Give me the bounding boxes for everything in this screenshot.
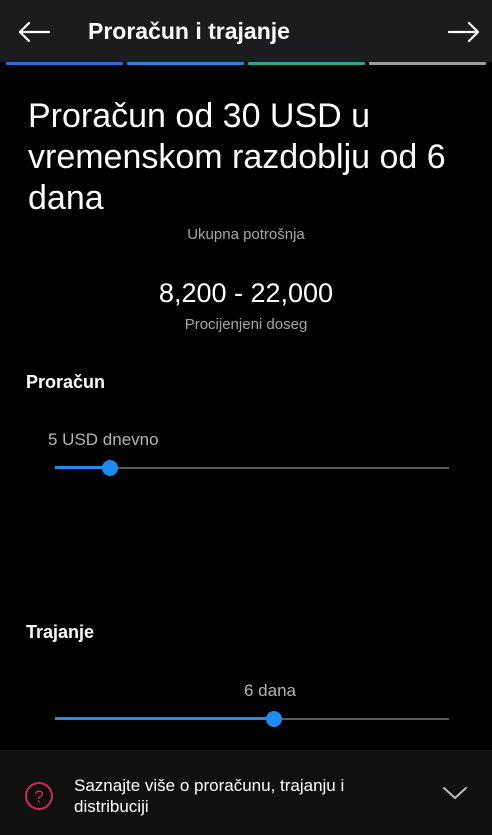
page-title: Proračun i trajanje <box>88 18 290 44</box>
progress-step-4 <box>369 62 486 65</box>
progress-step-3 <box>248 62 365 65</box>
progress-step-2 <box>127 62 244 65</box>
back-button[interactable] <box>14 12 54 52</box>
duration-value: 6 dana <box>244 681 296 700</box>
estimated-reach-label: Procijenjeni doseg <box>184 316 308 333</box>
budget-section-label: Proračun <box>26 372 106 392</box>
slider-thumb[interactable] <box>102 460 119 476</box>
total-spend-label: Ukupna potrošnja <box>187 226 305 243</box>
step-progress-bar <box>6 62 486 66</box>
slider-thumb[interactable] <box>266 711 283 727</box>
learn-more-text: Saznajte više o proračunu, trajanju i di… <box>74 776 345 816</box>
top-bar: Proračun i trajanje <box>0 0 492 62</box>
chevron-down-icon[interactable] <box>442 785 468 801</box>
budget-summary-title: Proračun od 30 USD u vremenskom razdoblj… <box>28 97 446 217</box>
budget-slider[interactable] <box>55 458 449 478</box>
slider-fill <box>55 717 275 720</box>
learn-more-row[interactable]: ? Saznajte više o proračunu, trajanju i … <box>0 750 492 835</box>
budget-value: 5 USD dnevno <box>48 430 159 449</box>
estimated-reach-value: 8,200 - 22,000 <box>158 278 334 308</box>
duration-section-label: Trajanje <box>26 622 95 642</box>
duration-slider[interactable] <box>55 709 449 729</box>
progress-step-1 <box>6 62 123 65</box>
svg-text:?: ? <box>34 787 43 806</box>
next-button[interactable] <box>444 12 484 52</box>
arrow-left-icon <box>18 21 51 43</box>
arrow-right-icon <box>447 21 480 43</box>
question-circle-icon: ? <box>25 782 53 810</box>
